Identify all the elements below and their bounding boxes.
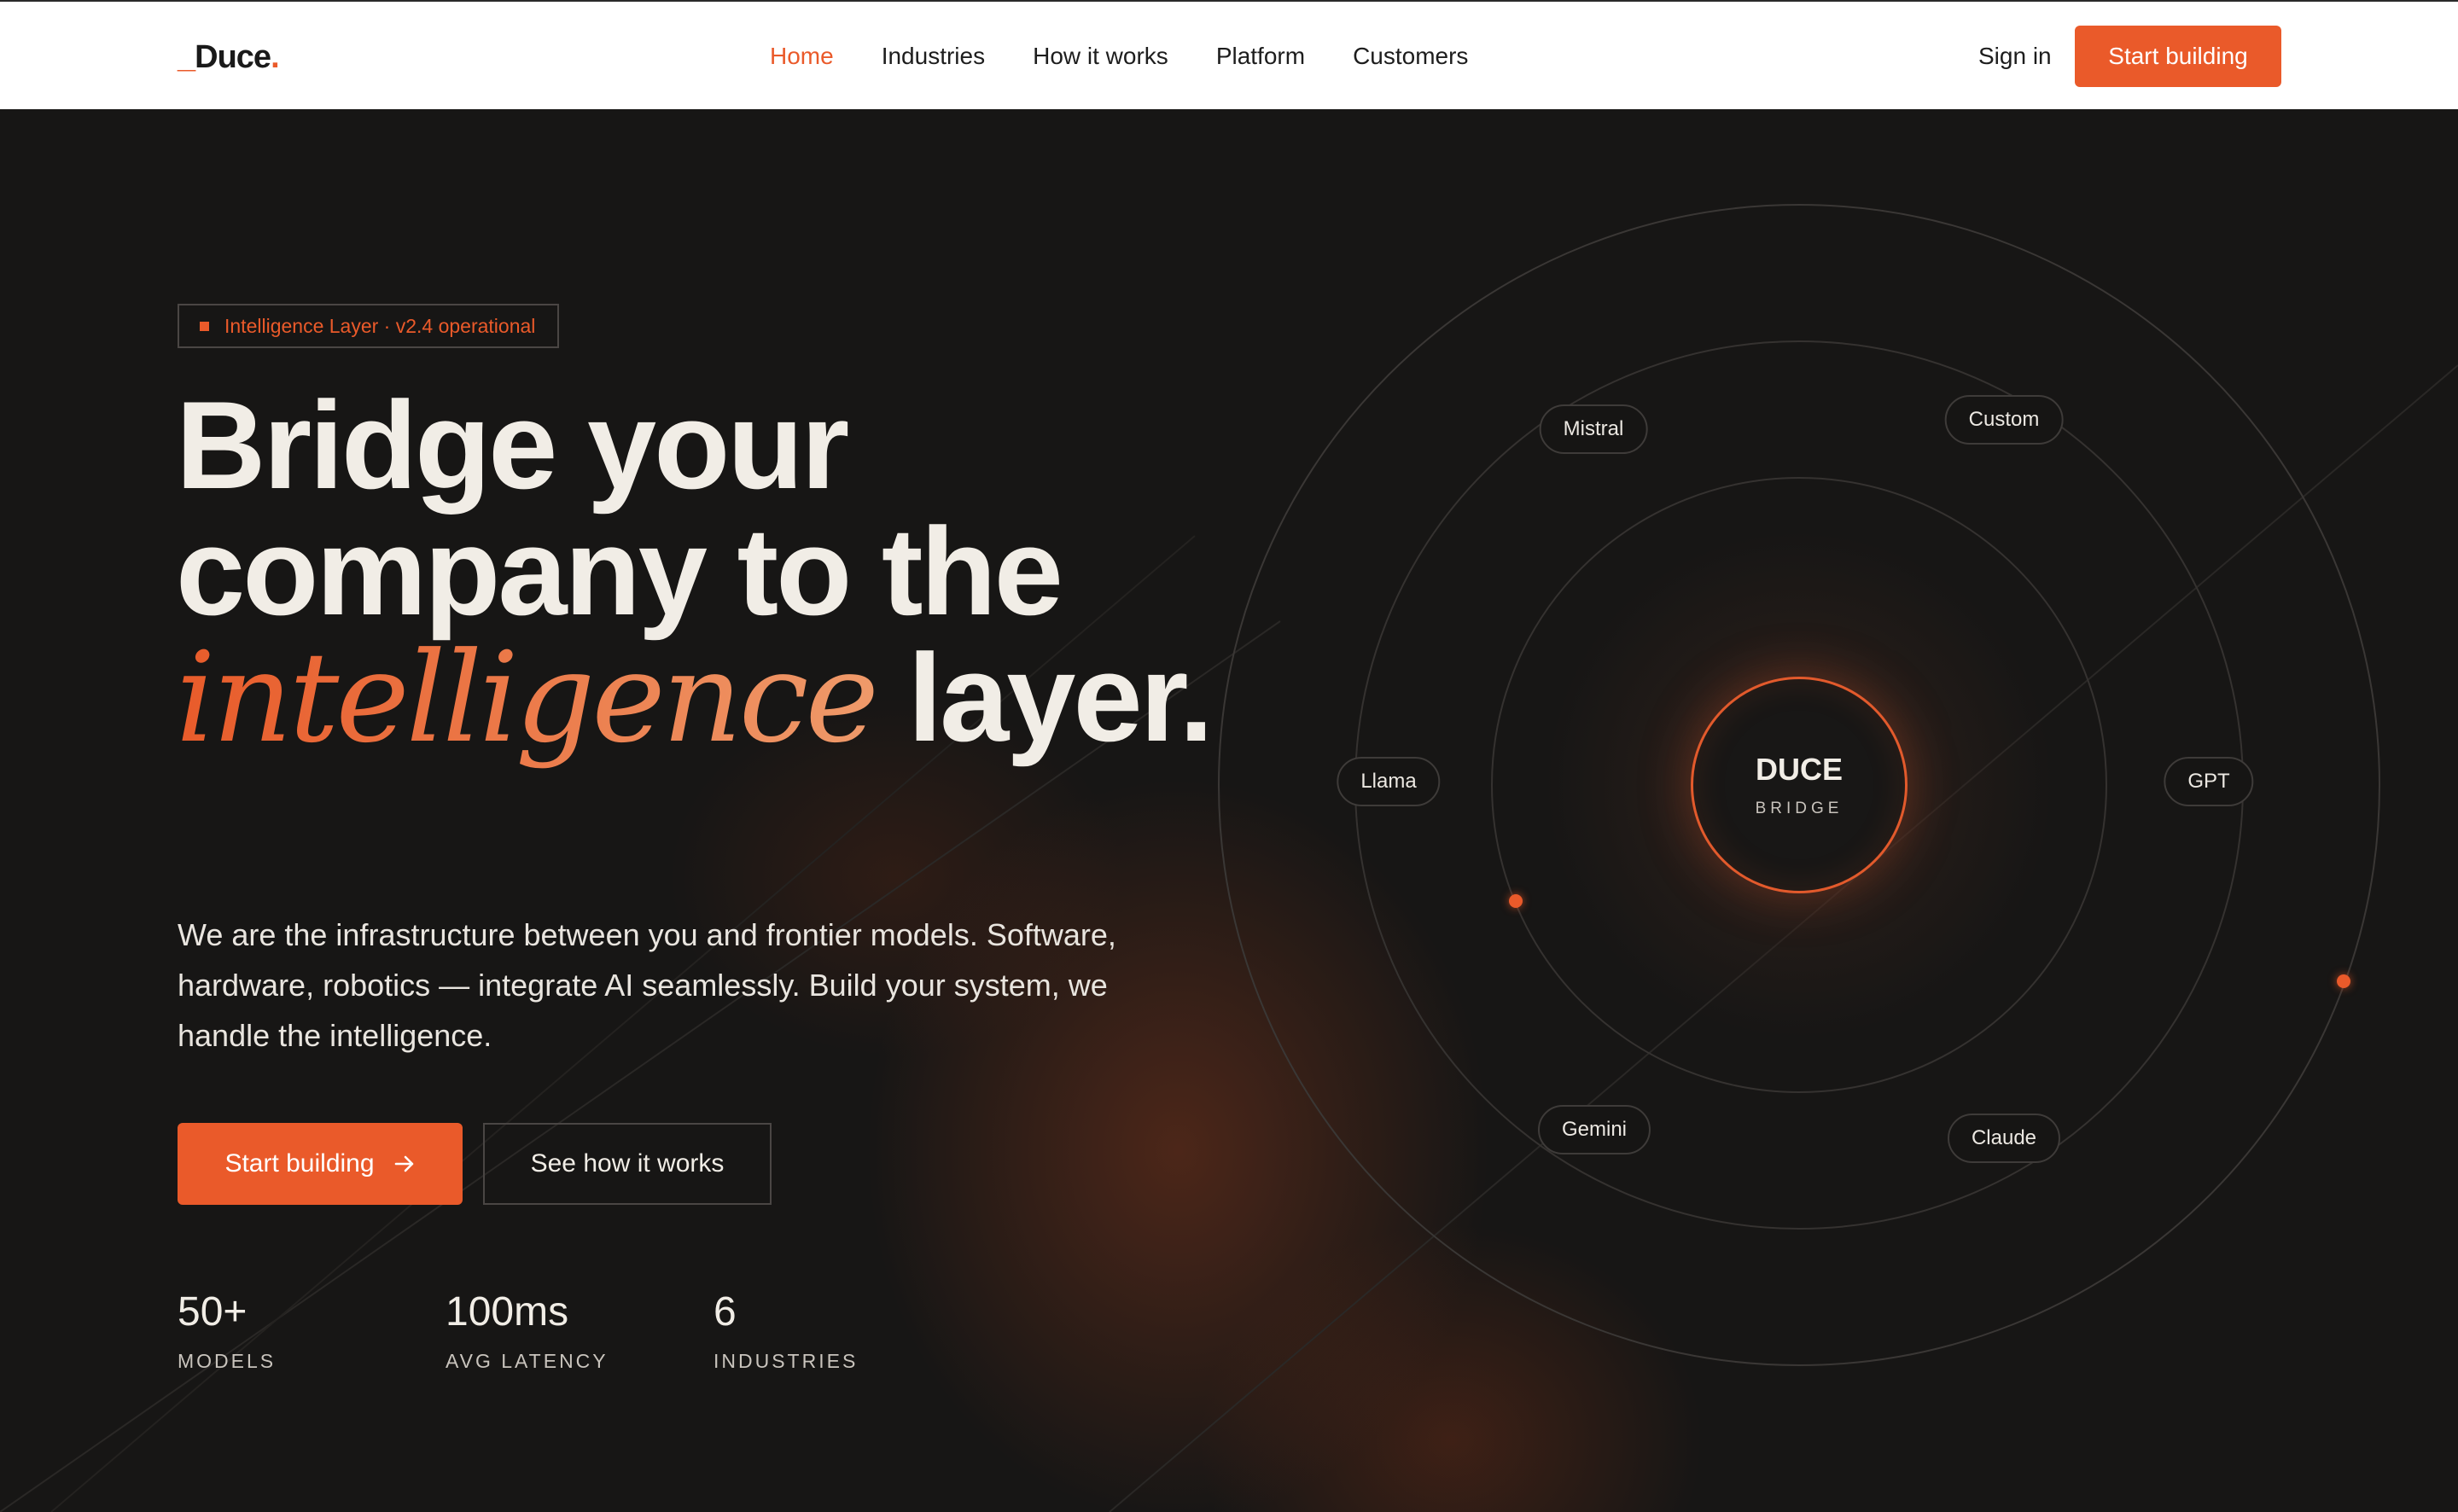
nav-links: Home Industries How it works Platform Cu… [770, 39, 1516, 73]
nav-link-how-it-works[interactable]: How it works [1033, 39, 1168, 73]
hero-description: We are the infrastructure between you an… [178, 917, 1116, 1053]
status-square-icon [200, 321, 209, 331]
start-building-label: Start building [224, 1149, 375, 1178]
model-pill-llama[interactable]: Llama [1337, 757, 1441, 806]
logo-dot: . [271, 39, 280, 75]
headline-line-1: Bridge your [176, 375, 849, 515]
arrow-right-icon [394, 1155, 413, 1172]
headline-tail: layer. [875, 628, 1214, 767]
stat-value: 50+ [178, 1289, 248, 1335]
stat-label: AVG LATENCY [446, 1350, 609, 1372]
nav-link-customers[interactable]: Customers [1353, 39, 1468, 73]
logo-text: Duce [195, 39, 271, 75]
model-pill-claude[interactable]: Claude [1947, 1114, 2061, 1163]
hero-headline: Bridge your company to the intelligence … [176, 382, 1285, 762]
stat-models: 50+ MODELS [178, 1288, 276, 1373]
stat-value: 100ms [446, 1289, 569, 1335]
top-navbar: _ Duce. Home Industries How it works Plat… [0, 0, 2458, 109]
stat-value: 6 [714, 1289, 737, 1335]
sign-in-link[interactable]: Sign in [1978, 39, 2052, 73]
duce-bridge-core[interactable]: DUCE BRIDGE [1691, 677, 1908, 893]
model-pill-gpt[interactable]: GPT [2164, 757, 2254, 806]
core-subtitle: BRIDGE [1755, 800, 1844, 817]
stat-latency: 100ms AVG LATENCY [446, 1288, 609, 1373]
nav-link-home[interactable]: Home [770, 39, 834, 73]
logo-underscore: _ [178, 39, 195, 75]
stat-label: MODELS [178, 1350, 277, 1372]
start-building-button[interactable]: Start building [178, 1123, 463, 1205]
status-badge: Intelligence Layer · v2.4 operational [178, 304, 560, 348]
headline-line-2: company to the [176, 502, 1063, 641]
nav-link-platform[interactable]: Platform [1216, 39, 1305, 73]
nav-link-industries[interactable]: Industries [882, 39, 985, 73]
orbit-node-dot [1509, 894, 1523, 908]
logo[interactable]: _ Duce. [178, 39, 280, 76]
headline-italic-word: intelligence [176, 625, 879, 771]
stat-industries: 6 INDUSTRIES [714, 1288, 858, 1373]
nav-start-building-button[interactable]: Start building [2075, 26, 2281, 87]
model-pill-mistral[interactable]: Mistral [1539, 404, 1648, 454]
orbit-node-dot [2337, 974, 2350, 988]
see-how-it-works-button[interactable]: See how it works [483, 1123, 772, 1205]
core-title: DUCE [1755, 752, 1843, 787]
hero-section: DUCE BRIDGE Mistral Custom Llama GPT Gem… [0, 109, 2458, 1512]
stat-label: INDUSTRIES [714, 1350, 859, 1372]
status-badge-text: Intelligence Layer · v2.4 operational [224, 314, 536, 337]
model-pill-gemini[interactable]: Gemini [1537, 1105, 1651, 1154]
model-pill-custom[interactable]: Custom [1944, 395, 2064, 445]
